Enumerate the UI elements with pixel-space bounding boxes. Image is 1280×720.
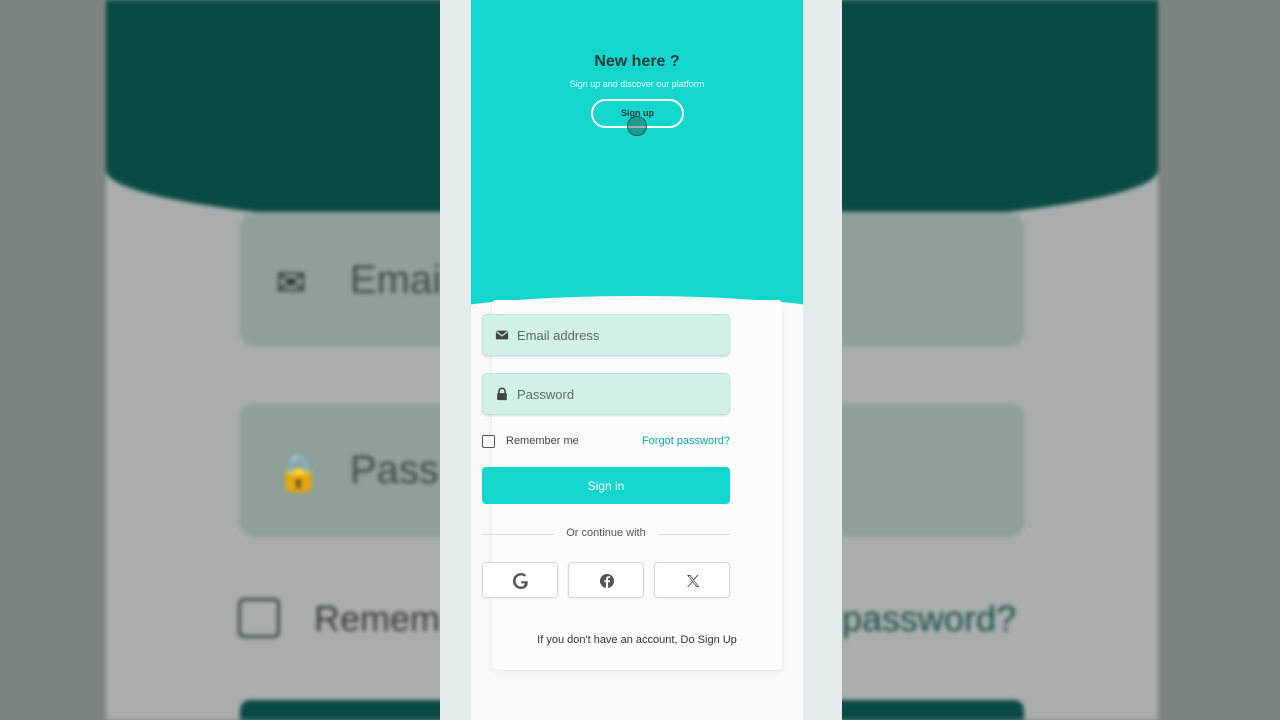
facebook-login-button[interactable]	[568, 562, 644, 598]
phone-frame: New here ? Sign up and discover our plat…	[440, 0, 842, 720]
hero-title: New here ?	[594, 53, 680, 70]
divider: Or continue with	[482, 526, 730, 542]
background-password-text: Pass	[350, 448, 439, 492]
email-field[interactable]	[482, 314, 730, 356]
remember-label[interactable]: Remember me	[506, 435, 579, 447]
x-login-button[interactable]	[654, 562, 730, 598]
footer-text: If you don't have an account,	[537, 634, 678, 646]
forgot-password-link[interactable]: Forgot password?	[642, 435, 730, 447]
background-forgot-text: password?	[842, 598, 1017, 639]
divider-line	[658, 534, 730, 535]
background-remember-text: Remem	[314, 598, 441, 639]
touch-cursor-indicator	[627, 116, 647, 136]
google-login-button[interactable]	[482, 562, 558, 598]
signup-footer: If you don't have an account, Do Sign Up	[471, 634, 803, 646]
facebook-icon	[600, 574, 614, 588]
hero-banner: New here ? Sign up and discover our plat…	[471, 0, 803, 322]
google-icon	[513, 573, 528, 589]
remember-checkbox[interactable]	[482, 435, 495, 448]
envelope-icon: ✉	[276, 262, 307, 303]
x-icon	[687, 575, 700, 587]
password-field[interactable]	[482, 373, 730, 415]
hero-subtitle: Sign up and discover our platform	[569, 79, 705, 89]
envelope-icon	[495, 330, 509, 340]
background-email-text: Emai	[350, 258, 442, 302]
login-screen: New here ? Sign up and discover our plat…	[471, 0, 803, 720]
background-checkbox	[238, 598, 280, 638]
lock-icon: 🔒	[276, 452, 321, 493]
lock-icon	[497, 387, 507, 401]
divider-text: Or continue with	[566, 527, 646, 539]
password-input[interactable]	[517, 374, 723, 414]
remember-row: Remember me Forgot password?	[482, 433, 730, 451]
footer-signup-link[interactable]: Do Sign Up	[681, 634, 737, 646]
email-input[interactable]	[517, 315, 723, 355]
signin-button[interactable]: Sign in	[482, 467, 730, 504]
